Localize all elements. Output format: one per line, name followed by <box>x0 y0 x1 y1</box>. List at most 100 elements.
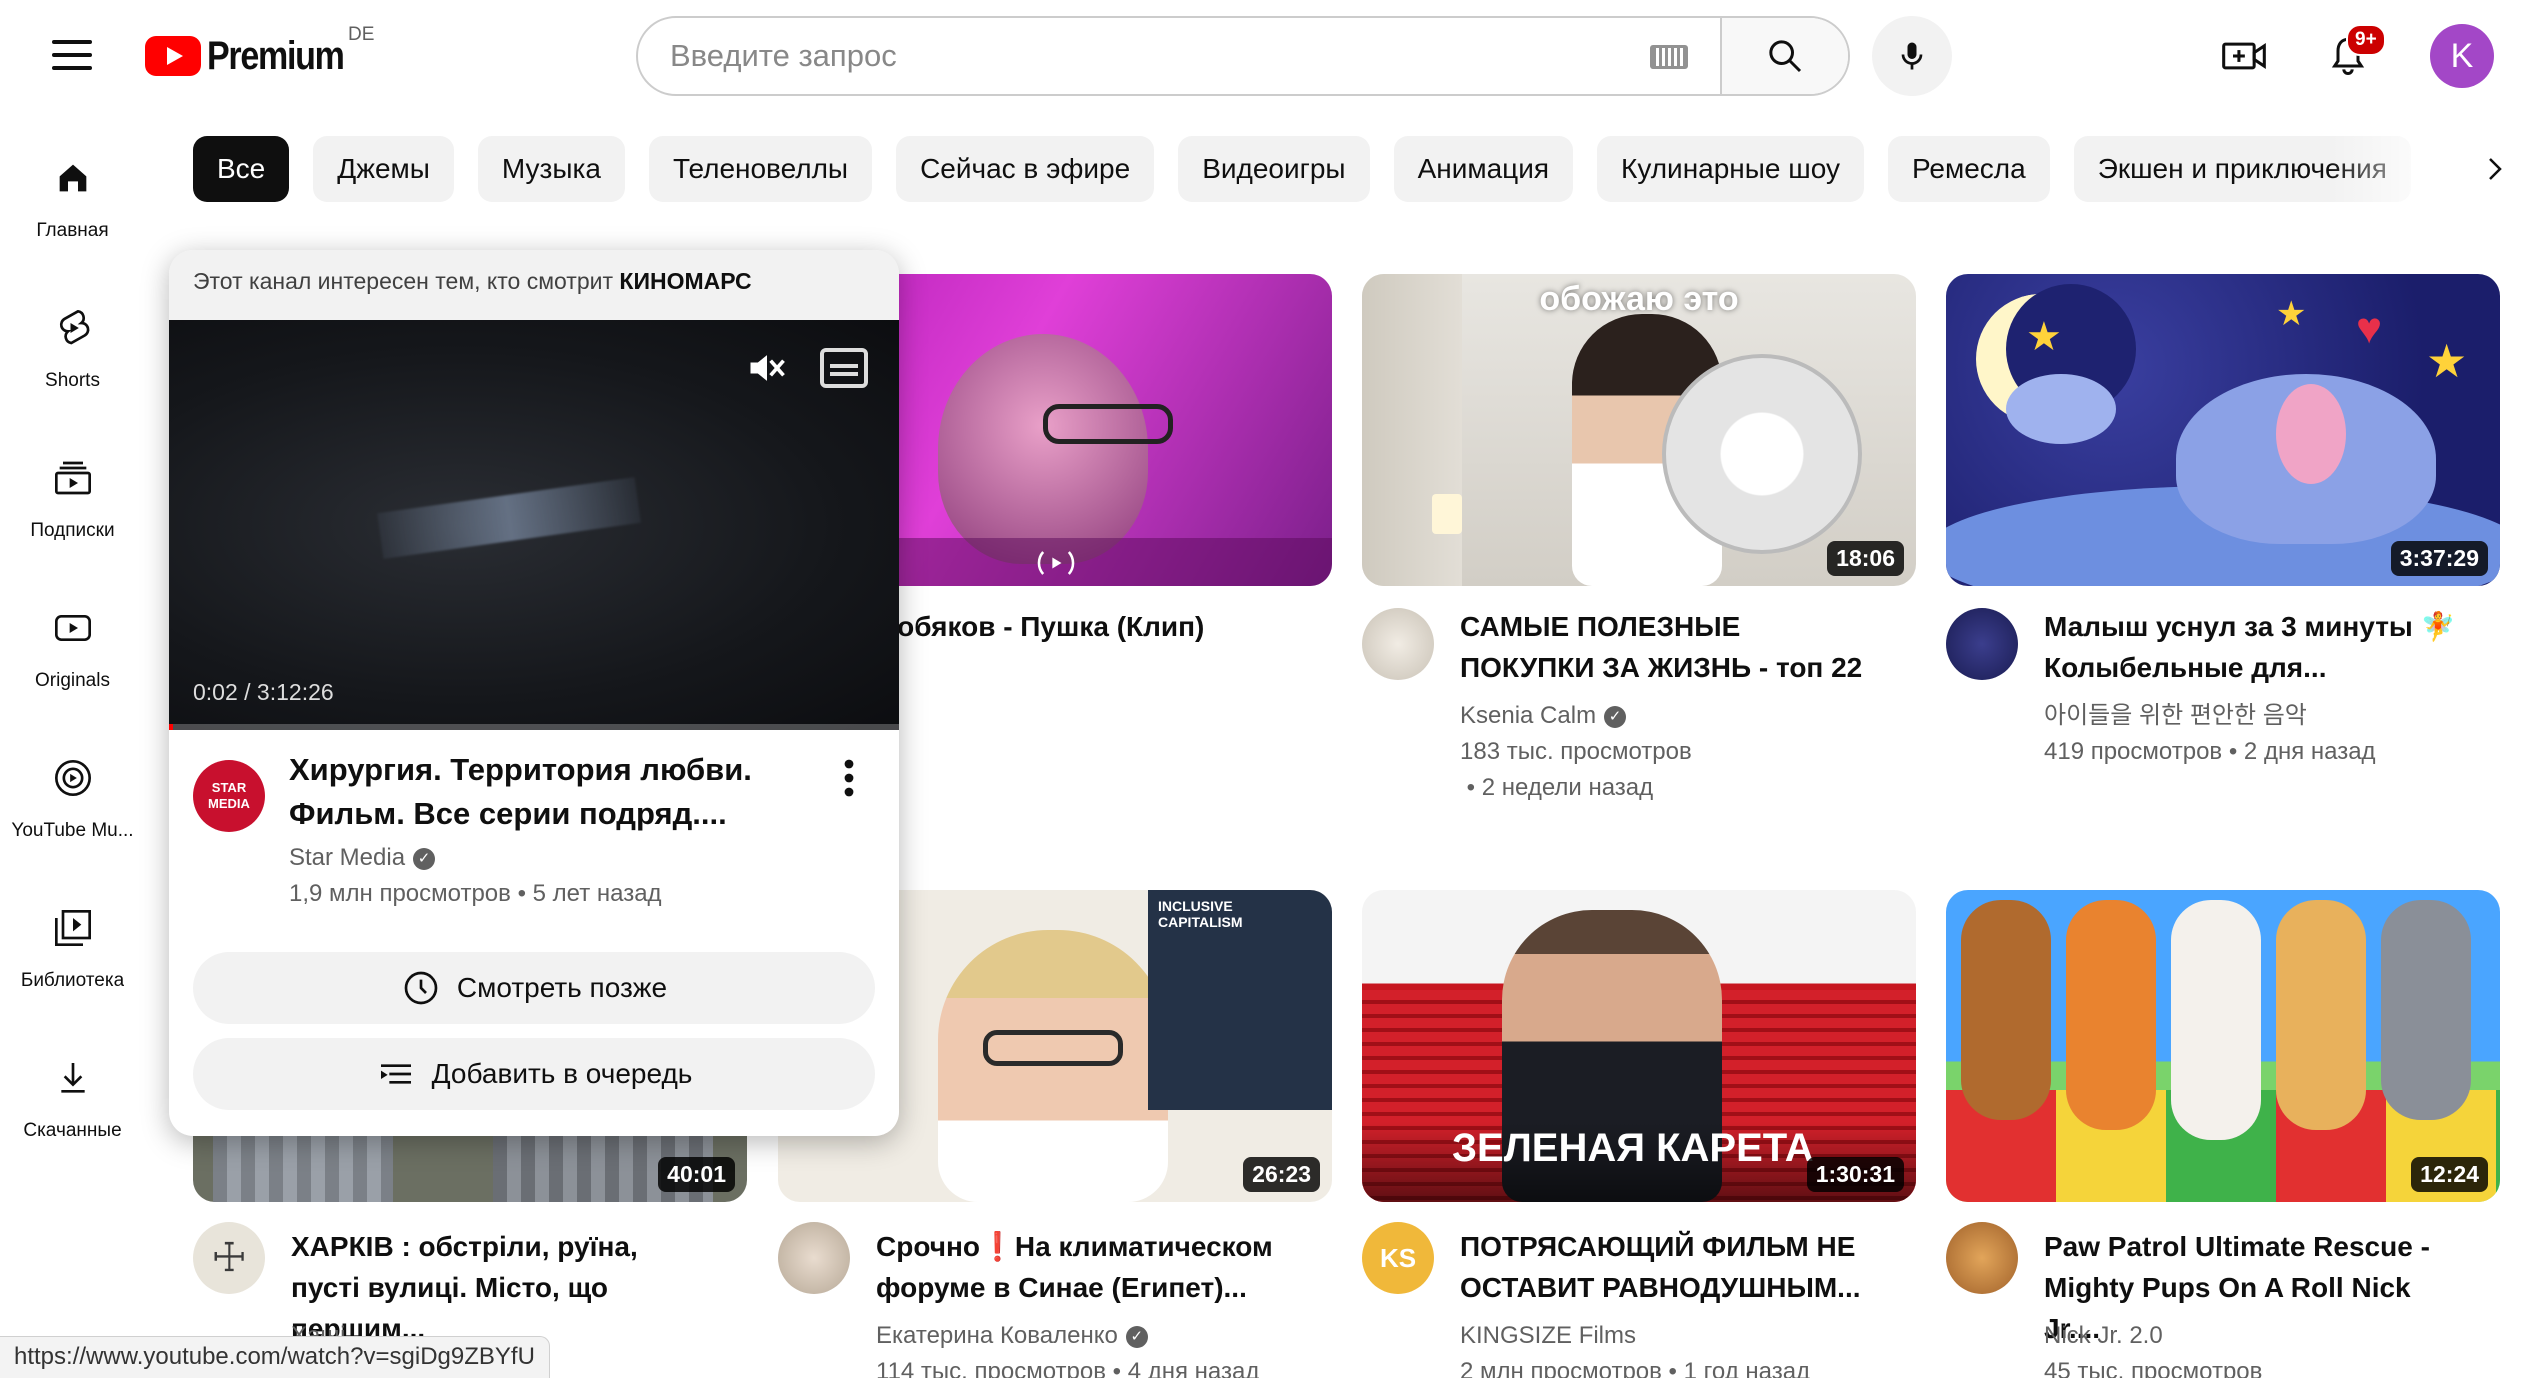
video-thumbnail[interactable]: обожаю это 18:06 <box>1362 274 1916 586</box>
video-duration: 18:06 <box>1827 541 1904 576</box>
keyboard-icon[interactable] <box>1650 45 1688 69</box>
sidebar-item-downloads[interactable]: Скачанные <box>0 1040 145 1190</box>
preview-video-title[interactable]: Хирургия. Территория любви. Фильм. Все с… <box>289 748 809 836</box>
channel-avatar[interactable] <box>1362 608 1434 680</box>
video-title[interactable]: Малыш уснул за 3 минуты 🧚 Колыбельные дл… <box>2044 606 2464 688</box>
sidebar-item-home[interactable]: Главная <box>0 140 145 290</box>
view-stats: 419 просмотров • 2 дня назад <box>2044 738 2376 765</box>
clock-icon <box>404 971 438 1005</box>
video-duration: 12:24 <box>2411 1157 2488 1192</box>
music-icon <box>51 756 95 800</box>
channel-name[interactable]: Nick Jr. 2.0 <box>2044 1318 2464 1354</box>
menu-icon[interactable] <box>52 40 92 72</box>
youtube-logo-icon <box>145 36 201 76</box>
add-to-queue-label: Добавить в очередь <box>431 1058 693 1089</box>
sidebar-item-label: Главная <box>36 220 109 241</box>
channel-avatar[interactable] <box>1946 1222 2018 1294</box>
chip-telenovelas[interactable]: Теленовеллы <box>648 136 873 202</box>
star-decoration: ★ <box>2426 335 2468 387</box>
channel-avatar[interactable]: ☩ <box>193 1222 265 1294</box>
queue-icon <box>380 1064 411 1084</box>
search-input[interactable] <box>638 18 1650 94</box>
reason-text: Этот канал интересен тем, кто смотрит <box>193 268 614 294</box>
heart-decoration: ♥ <box>2356 304 2383 353</box>
chip-video-games[interactable]: Видеоигры <box>1178 136 1370 202</box>
download-icon <box>51 1056 95 1100</box>
chip-all[interactable]: Все <box>193 136 290 202</box>
watch-later-button[interactable]: Смотреть позже <box>193 952 875 1024</box>
add-to-queue-button[interactable]: Добавить в очередь <box>193 1038 875 1110</box>
search-button[interactable] <box>1720 18 1848 94</box>
notifications-button[interactable]: 9+ <box>2322 24 2386 82</box>
chips-fade <box>2330 136 2450 202</box>
youtube-premium-logo[interactable]: Premium <box>145 34 368 78</box>
masthead: Premium DE 9+ K <box>0 0 2531 112</box>
video-thumbnail[interactable]: 12:24 <box>1946 890 2500 1202</box>
chip-live[interactable]: Сейчас в эфире <box>896 136 1155 202</box>
video-age: 2 дня назад <box>2243 738 2376 765</box>
sidebar-item-shorts[interactable]: Shorts <box>0 290 145 440</box>
channel-name[interactable]: 아이들을 위한 편안한 음악 <box>2044 698 2464 734</box>
chip-music[interactable]: Музыка <box>477 136 625 202</box>
muted-icon[interactable] <box>745 346 789 390</box>
inline-video-player[interactable]: 0:02 / 3:12:26 <box>169 320 899 730</box>
view-count: 183 тыс. просмотров <box>1460 738 1692 765</box>
channel-avatar[interactable] <box>778 1222 850 1294</box>
more-options-icon[interactable] <box>839 758 859 798</box>
channel-name[interactable]: KINGSIZE Films <box>1460 1318 1880 1354</box>
thumbnail-overlay-text: ЗЕЛЕНАЯ КАРЕТА <box>1452 1126 1814 1170</box>
library-icon <box>51 906 95 950</box>
chip-jams[interactable]: Джемы <box>313 136 454 202</box>
channel-name[interactable]: Екатерина Коваленко ✓ <box>876 1318 1296 1354</box>
star-decoration: ★ <box>2026 315 2062 359</box>
chip-cooking-shows[interactable]: Кулинарные шоу <box>1597 136 1864 202</box>
chevron-right-icon <box>2489 158 2502 180</box>
sidebar-item-label: Библиотека <box>20 970 125 991</box>
sidebar-item-originals[interactable]: Originals <box>0 590 145 740</box>
video-age: • 2 недели назад <box>1460 774 1654 801</box>
filter-chips-bar: Все Джемы Музыка Теленовеллы Сейчас в эф… <box>193 136 2423 202</box>
channel-name[interactable]: Ksenia Calm ✓ <box>1460 698 1880 734</box>
video-title[interactable]: Кобяков - Пушка (Клип) <box>880 606 1300 647</box>
video-title[interactable]: САМЫЕ ПОЛЕЗНЫЕ ПОКУПКИ ЗА ЖИЗНЬ - топ 22 <box>1460 606 1880 688</box>
verified-icon: ✓ <box>1604 705 1627 728</box>
preview-channel-name[interactable]: Star Media ✓ <box>289 844 436 872</box>
chip-crafts[interactable]: Ремесла <box>1887 136 2050 202</box>
chip-animation[interactable]: Анимация <box>1393 136 1574 202</box>
video-duration: 1:30:31 <box>1806 1157 1904 1192</box>
sidebar-item-label: Подписки <box>30 520 115 541</box>
video-thumbnail[interactable]: ★ ★ ★ ♥ 3:37:29 <box>1946 274 2500 586</box>
originals-icon <box>51 606 95 650</box>
account-avatar[interactable]: K <box>2430 24 2494 88</box>
microphone-icon <box>1901 42 1923 70</box>
video-title[interactable]: Срочно❗На климатическом форуме в Синае (… <box>876 1226 1296 1308</box>
chips-next-button[interactable] <box>2470 144 2520 194</box>
video-hover-preview[interactable]: Этот канал интересен тем, кто смотрит КИ… <box>169 250 899 1136</box>
create-video-button[interactable] <box>2218 30 2270 82</box>
recommendation-reason: Этот канал интересен тем, кто смотрит КИ… <box>169 250 899 320</box>
sidebar-item-label: YouTube Mu... <box>11 820 134 841</box>
notification-badge: 9+ <box>2346 24 2386 56</box>
playback-progress-bar[interactable] <box>169 724 899 730</box>
channel-name-text: Star Media <box>289 844 406 871</box>
channel-avatar[interactable] <box>1946 608 2018 680</box>
watch-later-label: Смотреть позже <box>456 972 668 1003</box>
verified-icon: ✓ <box>413 847 436 870</box>
subtitles-icon[interactable] <box>809 346 871 390</box>
playback-progress-fill <box>169 724 173 730</box>
sidebar-item-library[interactable]: Библиотека <box>0 890 145 1040</box>
sidebar-item-youtube-music[interactable]: YouTube Mu... <box>0 740 145 890</box>
view-count: 45 тыс. просмотров <box>2044 1358 2263 1378</box>
channel-name-text: Ksenia Calm <box>1460 702 1597 729</box>
voice-search-button[interactable] <box>1872 16 1952 96</box>
video-title[interactable]: ПОТРЯСАЮЩИЙ ФИЛЬМ НЕ ОСТАВИТ РАВНОДУШНЫМ… <box>1460 1226 1880 1308</box>
view-count: 114 тыс. просмотров <box>876 1358 1106 1378</box>
sidebar-item-subscriptions[interactable]: Подписки <box>0 440 145 590</box>
preview-stats: 1,9 млн просмотров • 5 лет назад <box>289 880 662 907</box>
video-duration: 40:01 <box>658 1157 735 1192</box>
shorts-icon <box>51 306 95 350</box>
channel-avatar[interactable]: KS <box>1362 1222 1434 1294</box>
video-thumbnail[interactable]: ЗЕЛЕНАЯ КАРЕТА 1:30:31 <box>1362 890 1916 1202</box>
channel-avatar[interactable]: STAR MEDIA <box>193 760 265 832</box>
video-duration: 26:23 <box>1243 1157 1320 1192</box>
